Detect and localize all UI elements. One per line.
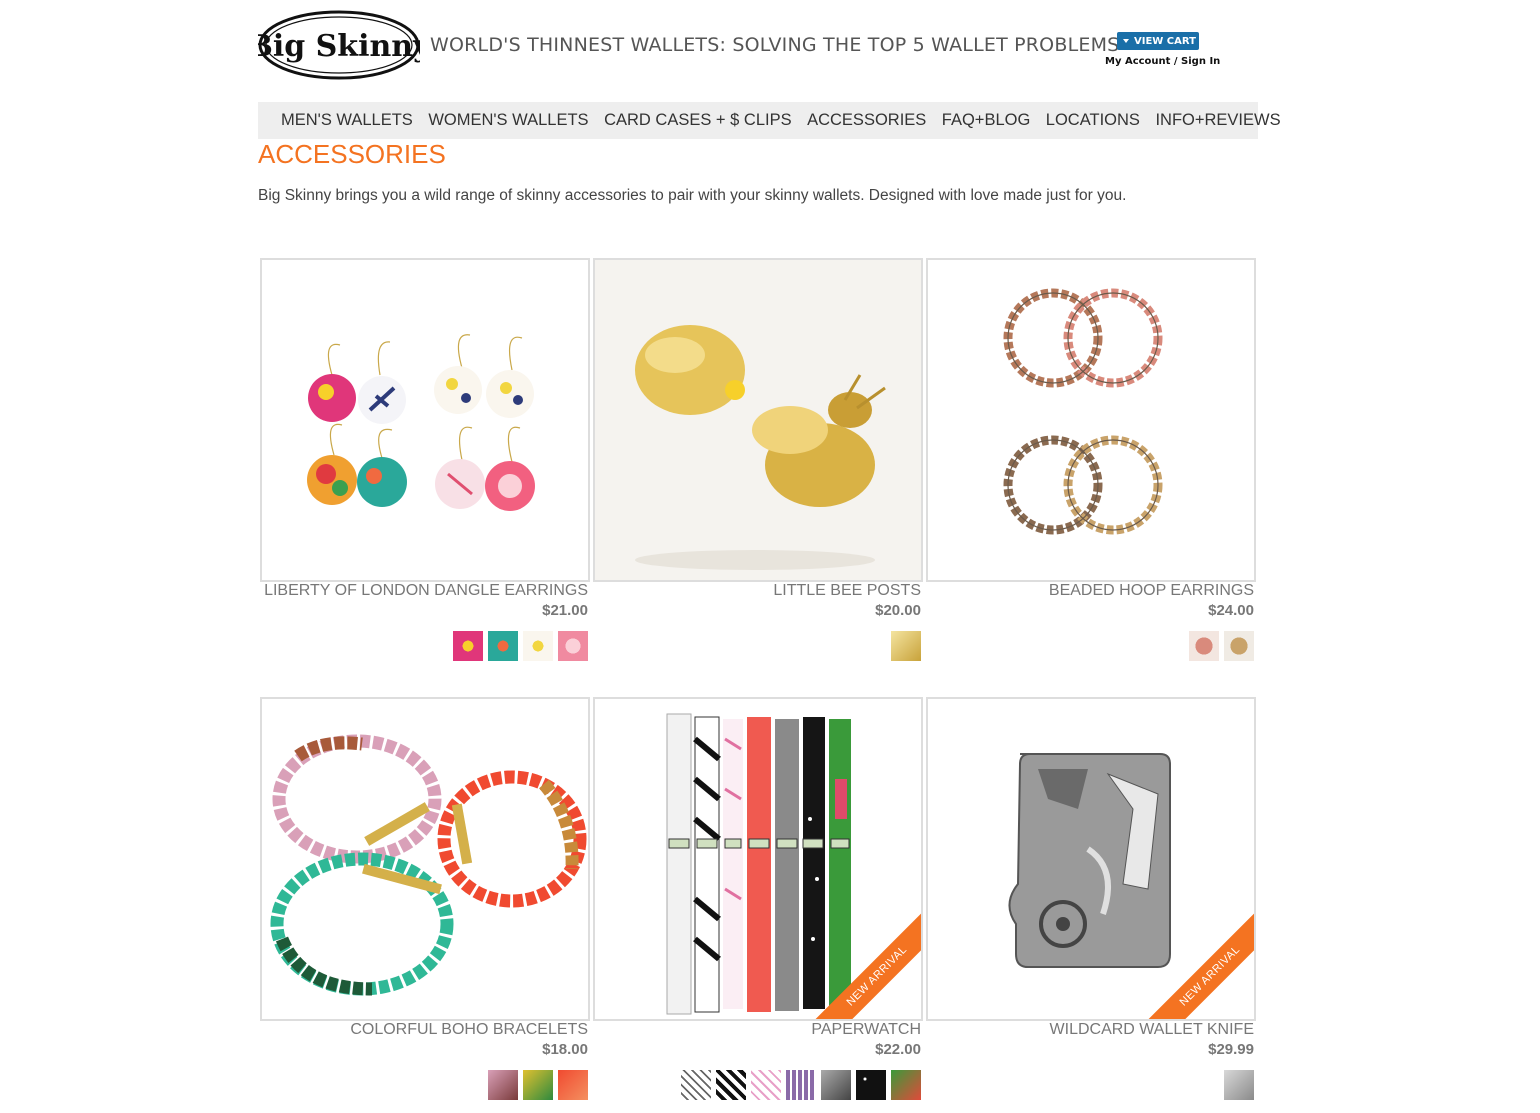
intro-text: Big Skinny brings you a wild range of sk…: [258, 187, 1127, 204]
product-image[interactable]: [926, 258, 1256, 582]
product-name[interactable]: LIBERTY OF LONDON DANGLE EARRINGS: [264, 582, 588, 600]
swatch[interactable]: [558, 631, 588, 661]
product-price: $20.00: [875, 602, 921, 619]
header: Big Skinny WORLD'S THINNEST WALLETS: SOL…: [258, 0, 1258, 100]
swatch[interactable]: [891, 1070, 921, 1100]
product-price: $22.00: [875, 1041, 921, 1058]
product-image[interactable]: NEW ARRIVAL: [926, 697, 1256, 1021]
main-nav: MEN'S WALLETS WOMEN'S WALLETS CARD CASES…: [258, 102, 1281, 139]
swatch-list: [453, 631, 588, 661]
product-price: $21.00: [542, 602, 588, 619]
product-name[interactable]: WILDCARD WALLET KNIFE: [1050, 1021, 1254, 1039]
swatch[interactable]: [821, 1070, 851, 1100]
product-name[interactable]: BEADED HOOP EARRINGS: [1049, 582, 1254, 600]
nav-womens-wallets[interactable]: WOMEN'S WALLETS: [428, 111, 588, 130]
product-name[interactable]: LITTLE BEE POSTS: [773, 582, 921, 600]
swatch[interactable]: [681, 1070, 711, 1100]
product-name[interactable]: COLORFUL BOHO BRACELETS: [350, 1021, 588, 1039]
swatch-list: [891, 631, 921, 661]
nav-accessories[interactable]: ACCESSORIES: [807, 111, 926, 130]
page: Big Skinny WORLD'S THINNEST WALLETS: SOL…: [258, 0, 1281, 1100]
swatch[interactable]: [523, 1070, 553, 1100]
swatch-list: [681, 1070, 921, 1100]
product-image[interactable]: [593, 258, 923, 582]
product-price: $24.00: [1208, 602, 1254, 619]
nav-info-reviews[interactable]: INFO+REVIEWS: [1155, 111, 1280, 130]
nav-mens-wallets[interactable]: MEN'S WALLETS: [281, 111, 413, 130]
swatch[interactable]: [786, 1070, 816, 1100]
swatch-list: [488, 1070, 588, 1100]
swatch[interactable]: [453, 631, 483, 661]
view-cart-button[interactable]: VIEW CART: [1117, 32, 1199, 50]
swatch[interactable]: [856, 1070, 886, 1100]
swatch[interactable]: [1224, 631, 1254, 661]
product-image[interactable]: [260, 258, 590, 582]
swatch[interactable]: [891, 631, 921, 661]
nav-locations[interactable]: LOCATIONS: [1046, 111, 1140, 130]
product-image[interactable]: NEW ARRIVAL: [593, 697, 923, 1021]
tagline: WORLD'S THINNEST WALLETS: SOLVING THE TO…: [430, 34, 1120, 56]
swatch[interactable]: [558, 1070, 588, 1100]
product-name[interactable]: PAPERWATCH: [811, 1021, 921, 1039]
swatch[interactable]: [1224, 1070, 1254, 1100]
logo-text: Big Skinny: [258, 29, 420, 64]
nav-card-cases[interactable]: CARD CASES + $ CLIPS: [604, 111, 792, 130]
caret-down-icon: [1123, 39, 1129, 43]
swatch[interactable]: [716, 1070, 746, 1100]
swatch[interactable]: [488, 1070, 518, 1100]
swatch-list: [1189, 631, 1254, 661]
floral-earrings-image: [307, 334, 535, 511]
beaded-hoop-earrings-image: [1003, 288, 1163, 535]
product-image[interactable]: [260, 697, 590, 1021]
account-link[interactable]: My Account / Sign In: [1105, 56, 1220, 67]
page-title: ACCESSORIES: [258, 139, 446, 169]
product-price: $29.99: [1208, 1041, 1254, 1058]
boho-bracelets-image: [270, 734, 587, 996]
swatch[interactable]: [1189, 631, 1219, 661]
gold-bee-earrings-image: [595, 260, 921, 580]
swatch[interactable]: [523, 631, 553, 661]
swatch[interactable]: [488, 631, 518, 661]
nav-faq-blog[interactable]: FAQ+BLOG: [942, 111, 1031, 130]
big-skinny-logo[interactable]: Big Skinny: [258, 10, 420, 80]
swatch[interactable]: [751, 1070, 781, 1100]
swatch-list: [1224, 1070, 1254, 1100]
product-price: $18.00: [542, 1041, 588, 1058]
view-cart-label: VIEW CART: [1134, 35, 1196, 47]
